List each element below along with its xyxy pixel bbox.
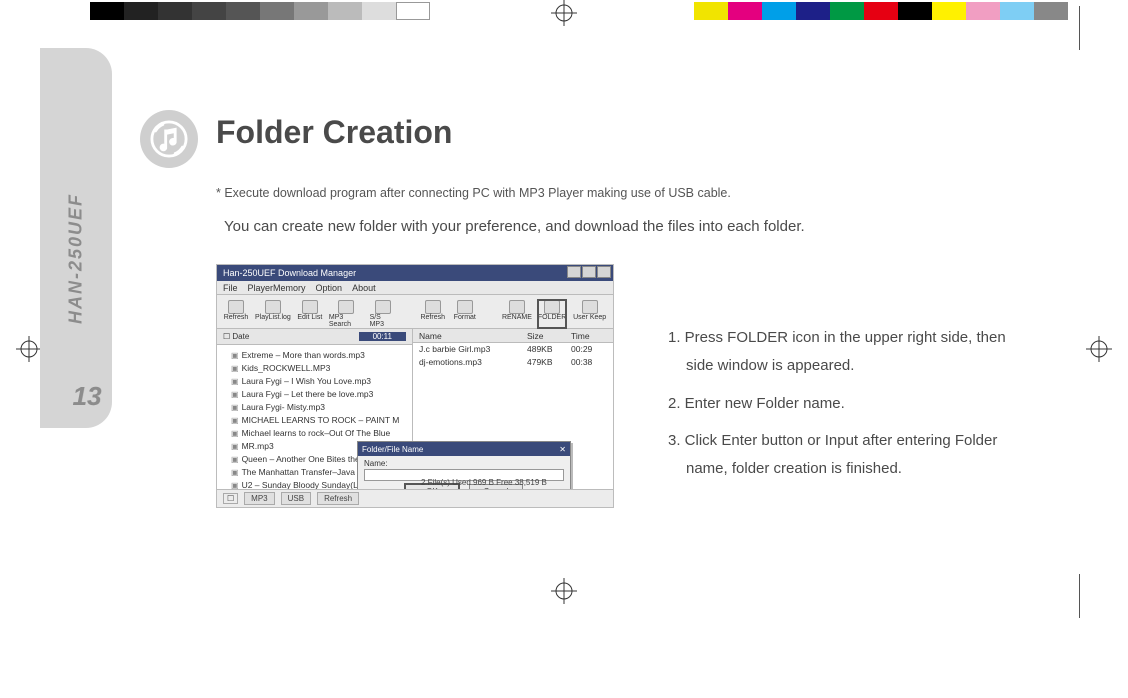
refresh-icon [228,300,244,314]
folder-button[interactable]: FOLDER [538,300,566,328]
list-item[interactable]: Laura Fygi – Let there be love.mp3 [231,388,408,401]
table-row[interactable]: dj-emotions.mp3 479KB 00:38 [413,356,613,369]
col-header: Size [527,331,571,341]
toolbar-button[interactable]: Refresh [420,300,446,328]
model-label: HAN-250UEF [66,193,87,324]
list-item[interactable]: Extreme – More than words.mp3 [231,349,408,362]
field: MP3 [244,492,274,505]
step-text: 1. Press FOLDER icon in the upper right … [668,329,1006,346]
toolbar-button[interactable]: MP3 Search [329,300,364,328]
name-label: Name: [358,456,570,468]
menu-bar: File PlayerMemory Option About [217,281,613,295]
menu-item[interactable]: PlayerMemory [248,283,306,293]
list-item[interactable]: Laura Fygi- Misty.mp3 [231,401,408,414]
log-icon [265,300,281,314]
list-item[interactable]: MICHAEL LEARNS TO ROCK – PAINT M [231,414,408,427]
window-titlebar: Han-250UEF Download Manager [217,265,613,281]
crop-line [1079,574,1080,618]
col-header: Name [419,331,527,341]
registration-mark-icon [551,0,577,26]
list-item[interactable]: Kids_ROCKWELL.MP3 [231,362,408,375]
crop-line [1079,6,1080,50]
field: USB [281,492,311,505]
toolbar-button[interactable]: RENAME [502,300,532,328]
dialog-title: Folder/File Name [362,445,423,454]
rename-icon [509,300,525,314]
folder-icon [544,300,560,314]
refresh-icon [425,300,441,314]
toolbar-button[interactable]: Edit List [297,300,323,328]
registration-mark-icon [16,336,42,362]
window-sys-buttons [567,266,611,278]
registration-mark-icon [1086,336,1112,362]
bottom-bar: ☐ MP3 USB Refresh [217,489,613,507]
music-note-icon [140,110,198,168]
table-row[interactable]: J.c barbie Girl.mp3 489KB 00:29 [413,343,613,356]
list-item[interactable]: Laura Fygi – I Wish You Love.mp3 [231,375,408,388]
step-text: 2. Enter new Folder name. [668,390,1088,418]
status-text: 2 File(s) Used 969 B Free 38,519 B [415,478,613,487]
format-icon [457,300,473,314]
instruction-steps: 1. Press FOLDER icon in the upper right … [668,324,1088,493]
ss-icon [375,300,391,314]
maximize-icon[interactable] [582,266,596,278]
menu-item[interactable]: About [352,283,376,293]
step-text: 3. Click Enter button or Input after ent… [668,432,997,449]
user-icon [582,300,598,314]
list-item[interactable]: Michael learns to rock–Out Of The Blue [231,427,408,440]
registration-mark-icon [551,578,577,604]
page-spine: HAN-250UEF 13 13 [40,48,112,428]
date-label: Date [232,332,249,341]
toolbar-button[interactable]: Refresh [223,300,249,328]
window-title: Han-250UEF Download Manager [223,268,356,278]
col-header: Time [571,331,607,341]
toolbar-button[interactable]: PlayList.log [255,300,291,328]
menu-item[interactable]: Option [316,283,343,293]
toolbar-button[interactable]: Format [452,300,478,328]
page-number: 13 13 [70,381,104,412]
edit-icon [302,300,318,314]
step-text: name, folder creation is finished. [668,460,902,477]
menu-item[interactable]: File [223,283,238,293]
toolbar-button[interactable]: User Keep [572,300,607,328]
page-title: Folder Creation [216,114,452,151]
step-text: side window is appeared. [668,357,854,374]
minimize-icon[interactable] [567,266,581,278]
search-icon [338,300,354,314]
close-icon[interactable]: ✕ [559,445,566,454]
time-readout: 00:11 [359,332,406,341]
toolbar-button[interactable]: S/S MP3 [370,300,396,328]
toolbar: Refresh PlayList.log Edit List MP3 Searc… [217,295,613,329]
intro-text: You can create new folder with your pref… [224,218,805,235]
refresh-button[interactable]: Refresh [317,492,359,505]
note-text: * Execute download program after connect… [216,186,731,200]
close-icon[interactable] [597,266,611,278]
app-screenshot: Han-250UEF Download Manager File PlayerM… [216,264,614,508]
